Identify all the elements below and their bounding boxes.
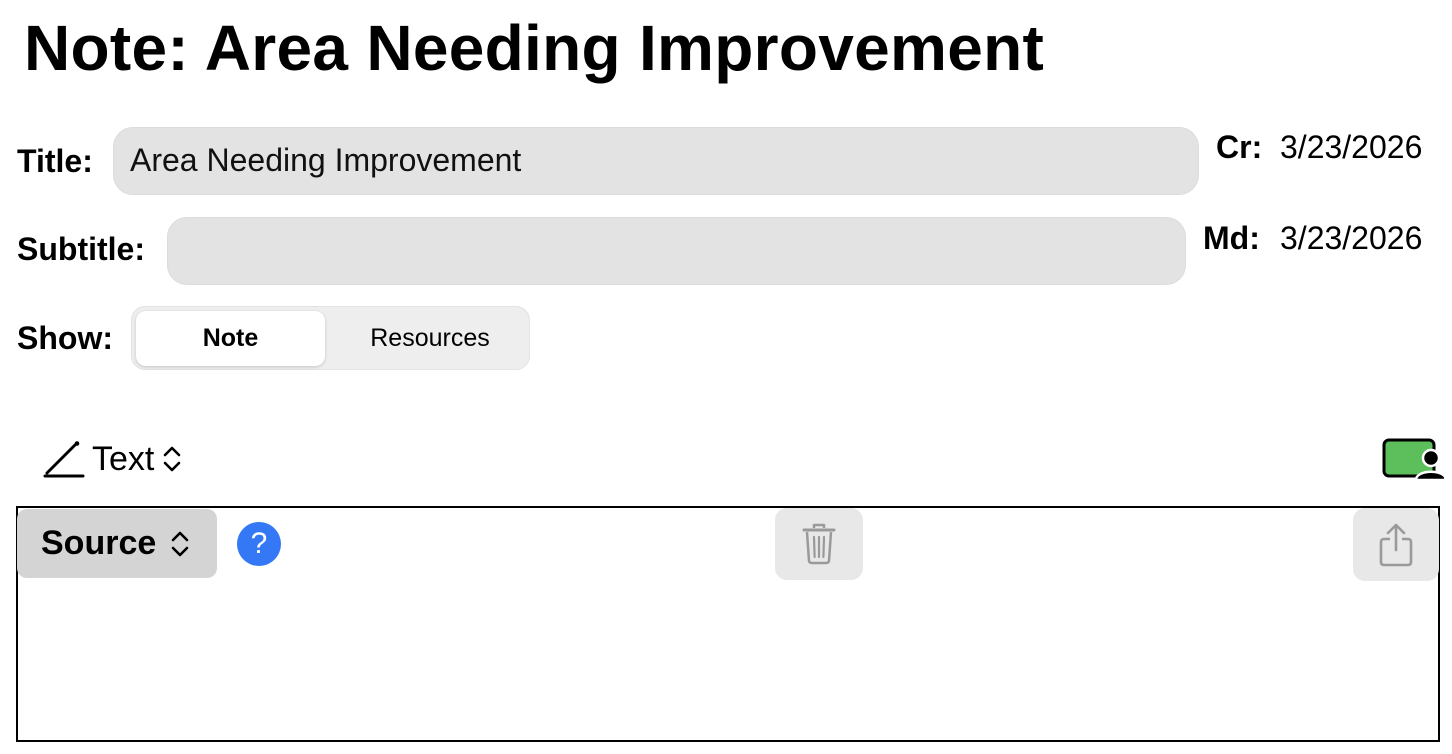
segment-note[interactable]: Note xyxy=(136,311,325,366)
trash-icon xyxy=(801,523,837,565)
share-button[interactable] xyxy=(1353,508,1439,581)
note-editor[interactable] xyxy=(16,506,1440,742)
editor-mode-label: Text xyxy=(92,440,155,478)
show-segmented-control[interactable]: Note Resources xyxy=(131,306,530,370)
created-label: Cr: xyxy=(1216,129,1263,165)
screen-person-icon[interactable] xyxy=(1382,438,1448,482)
share-icon xyxy=(1378,523,1414,567)
help-button[interactable]: ? xyxy=(237,522,281,566)
subtitle-label: Subtitle: xyxy=(17,231,145,267)
chevron-up-down-icon xyxy=(170,528,190,560)
created-date: 3/23/2026 xyxy=(1280,129,1423,165)
chevron-up-down-icon xyxy=(162,444,182,474)
modified-label: Md: xyxy=(1203,220,1260,256)
page-title: Note: Area Needing Improvement xyxy=(24,12,1045,84)
show-label: Show: xyxy=(17,320,113,356)
source-picker-button[interactable]: Source xyxy=(17,509,217,578)
source-label: Source xyxy=(41,524,157,562)
editor-mode-picker[interactable]: Text xyxy=(42,438,182,480)
pencil-icon xyxy=(42,440,86,478)
segment-resources[interactable]: Resources xyxy=(332,311,528,366)
subtitle-field[interactable] xyxy=(167,217,1186,285)
modified-date: 3/23/2026 xyxy=(1280,220,1423,256)
title-label: Title: xyxy=(17,143,93,179)
title-field[interactable]: Area Needing Improvement xyxy=(113,127,1199,195)
delete-button[interactable] xyxy=(775,508,863,580)
